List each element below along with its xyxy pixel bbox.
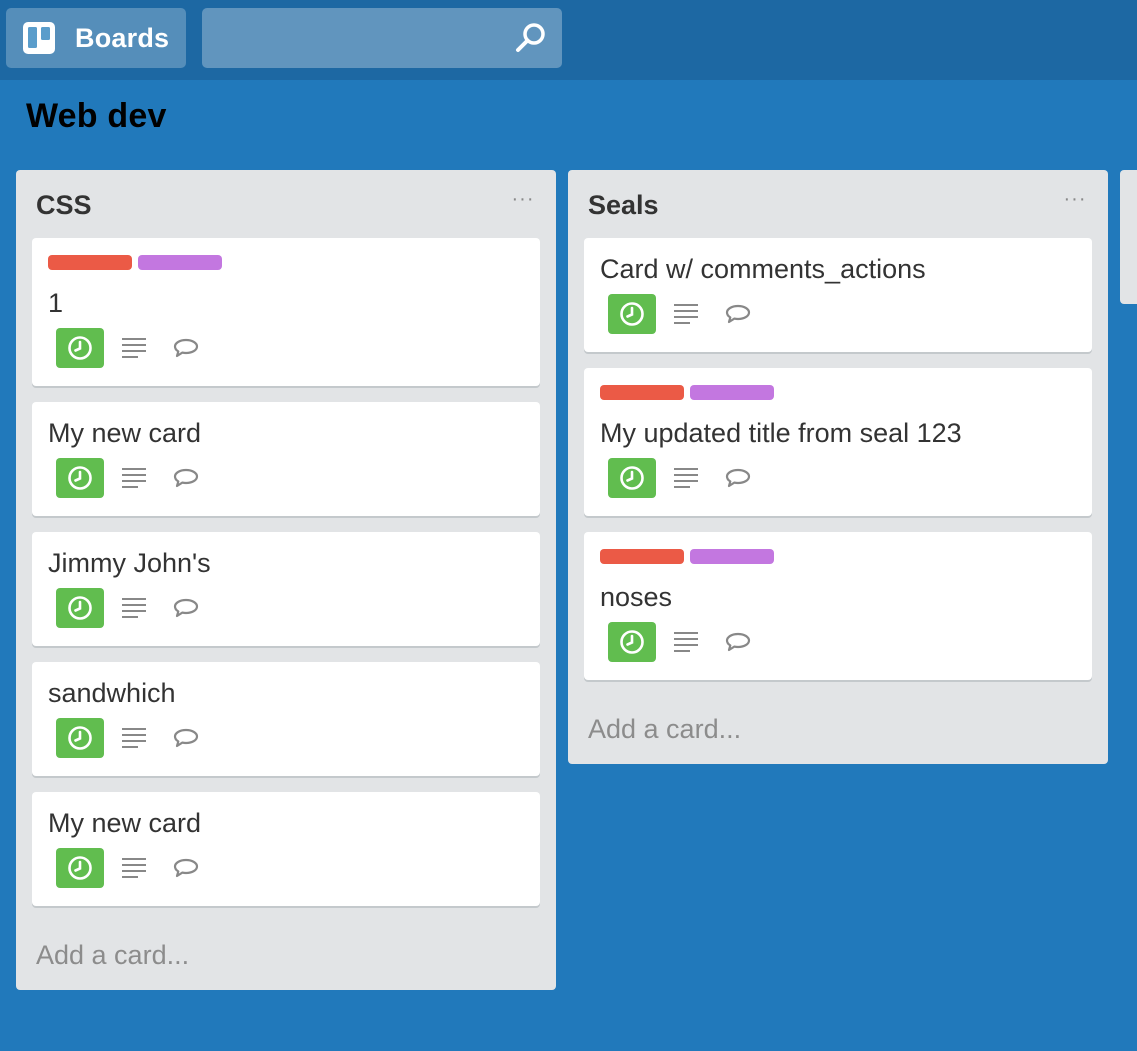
comment-icon bbox=[173, 858, 199, 878]
clock-icon bbox=[68, 856, 92, 880]
due-badge[interactable] bbox=[608, 458, 656, 498]
search-icon[interactable] bbox=[514, 21, 548, 55]
card-labels bbox=[600, 549, 776, 564]
board-title[interactable]: Web dev bbox=[26, 97, 167, 136]
description-icon bbox=[122, 338, 146, 358]
list-title[interactable]: CSS bbox=[36, 190, 92, 221]
description-icon bbox=[122, 858, 146, 878]
card-title: My updated title from seal 123 bbox=[600, 418, 962, 448]
clock-icon bbox=[620, 302, 644, 326]
comment-icon bbox=[725, 632, 751, 652]
card[interactable]: My new card bbox=[32, 792, 540, 906]
due-badge[interactable] bbox=[608, 622, 656, 662]
add-card-button[interactable]: Add a card... bbox=[36, 940, 189, 971]
clock-icon bbox=[620, 630, 644, 654]
description-icon bbox=[122, 468, 146, 488]
label-purple bbox=[690, 549, 775, 564]
description-icon bbox=[674, 304, 698, 324]
card[interactable]: My updated title from seal 123 bbox=[584, 368, 1092, 516]
due-badge[interactable] bbox=[56, 848, 104, 888]
card[interactable]: My new card bbox=[32, 402, 540, 516]
due-badge[interactable] bbox=[56, 718, 104, 758]
boards-button[interactable]: Boards bbox=[6, 8, 186, 68]
list-menu-icon[interactable]: ··· bbox=[1062, 189, 1088, 209]
card-labels bbox=[48, 255, 224, 270]
boards-label: Boards bbox=[75, 22, 170, 53]
comment-icon bbox=[725, 468, 751, 488]
due-badge[interactable] bbox=[56, 588, 104, 628]
card[interactable]: sandwhich bbox=[32, 662, 540, 776]
list-css: CSS ··· 1 My new card Jimmy John's sandw bbox=[16, 170, 556, 990]
comment-icon bbox=[725, 304, 751, 324]
description-icon bbox=[674, 632, 698, 652]
card-labels bbox=[600, 385, 776, 400]
clock-icon bbox=[68, 466, 92, 490]
comment-icon bbox=[173, 468, 199, 488]
card[interactable]: Jimmy John's bbox=[32, 532, 540, 646]
label-red bbox=[600, 549, 684, 564]
add-card-button[interactable]: Add a card... bbox=[588, 714, 741, 745]
clock-icon bbox=[68, 726, 92, 750]
card-title: My new card bbox=[48, 808, 202, 838]
label-purple bbox=[138, 255, 223, 270]
card-title: noses bbox=[600, 582, 673, 612]
list-title[interactable]: Seals bbox=[588, 190, 659, 221]
label-red bbox=[48, 255, 132, 270]
card-title: Card w/ comments_actions bbox=[600, 254, 926, 284]
due-badge[interactable] bbox=[608, 294, 656, 334]
clock-icon bbox=[620, 466, 644, 490]
description-icon bbox=[122, 728, 146, 748]
search-box[interactable] bbox=[202, 8, 562, 68]
boards-icon bbox=[23, 22, 55, 54]
comment-icon bbox=[173, 338, 199, 358]
clock-icon bbox=[68, 596, 92, 620]
list-partial[interactable] bbox=[1120, 170, 1137, 304]
comment-icon bbox=[173, 598, 199, 618]
list-menu-icon[interactable]: ··· bbox=[510, 189, 536, 209]
card-title: Jimmy John's bbox=[48, 548, 211, 578]
list-seals: Seals ··· Card w/ comments_actions My up… bbox=[568, 170, 1108, 764]
card[interactable]: Card w/ comments_actions bbox=[584, 238, 1092, 352]
clock-icon bbox=[68, 336, 92, 360]
due-badge[interactable] bbox=[56, 458, 104, 498]
comment-icon bbox=[173, 728, 199, 748]
description-icon bbox=[674, 468, 698, 488]
search-input[interactable] bbox=[202, 8, 502, 68]
card-title: sandwhich bbox=[48, 678, 176, 708]
label-red bbox=[600, 385, 684, 400]
card[interactable]: 1 bbox=[32, 238, 540, 386]
card-title: 1 bbox=[48, 288, 64, 318]
card[interactable]: noses bbox=[584, 532, 1092, 680]
description-icon bbox=[122, 598, 146, 618]
due-badge[interactable] bbox=[56, 328, 104, 368]
card-title: My new card bbox=[48, 418, 202, 448]
top-bar: Boards bbox=[0, 0, 1137, 80]
label-purple bbox=[690, 385, 775, 400]
